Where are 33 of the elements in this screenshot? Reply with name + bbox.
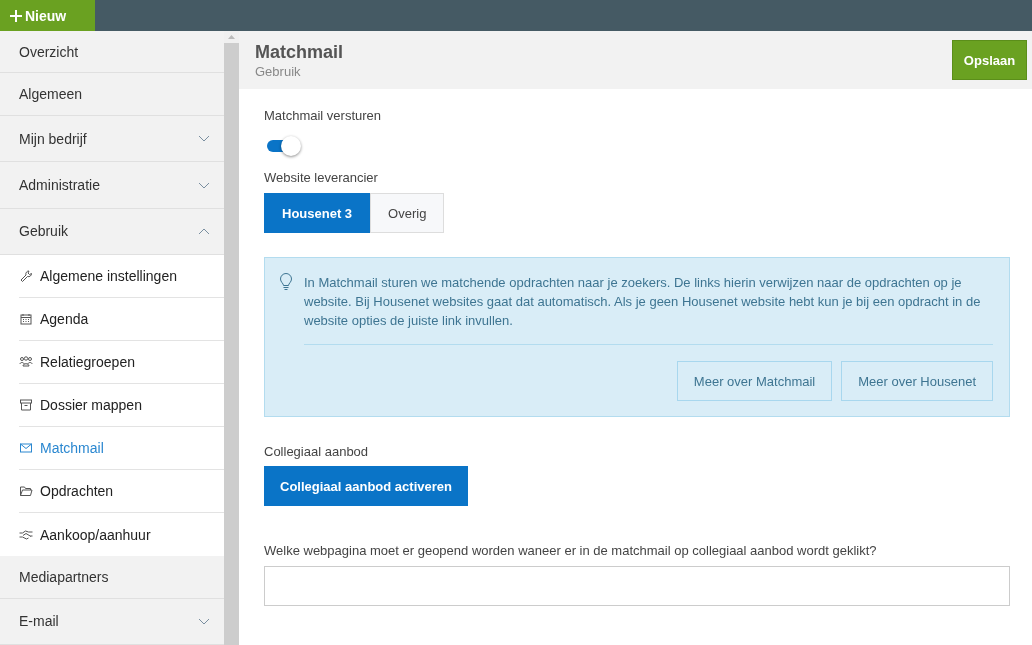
segment-button[interactable]: Overig [370,193,445,233]
page-subtitle: Gebruik [255,63,302,81]
archive-box-icon [19,398,33,413]
sidebar-item-label: Algemeen [19,86,83,103]
handshake-icon [19,527,33,542]
submenu-item[interactable]: Aankoop/aanhuur [19,513,224,557]
url-input-field[interactable] [264,566,1010,606]
plus-icon [10,9,22,22]
sidebar-item-label: Mijn bedrijf [19,130,87,147]
folder-icon [19,484,33,499]
field-label: Website leverancier [264,170,379,186]
more-info-button[interactable]: Meer over Housenet [841,361,993,401]
field-label: Collegiaal aanbod [264,444,370,460]
envelope-icon [19,441,33,456]
sidebar-item-label: Overzicht [19,43,79,60]
sidebar-item-label: E-mail [19,613,59,630]
info-text: In Matchmail sturen we matchende opdrachten naar je zoekers. De links hierin verwijzen naar de opdrachten op je website. Bij Housenet websites gaat dat automatisch. Als je geen Housenet website hebt kun je bij een opdracht in de website opties de juiste link invullen. [304,274,982,330]
activate-button[interactable]: Collegiaal aanbod activeren [264,466,468,506]
field-label: Matchmail versturen [264,108,383,124]
scrollbar[interactable] [224,31,239,645]
scroll-up-icon[interactable] [228,35,235,39]
calendar-icon [19,312,33,327]
segment-button[interactable]: Housenet 3 [264,193,371,233]
wrench-icon [19,269,33,284]
page-title: Matchmail [255,41,344,63]
more-info-button[interactable]: Meer over Matchmail [676,361,833,401]
sidebar-item-label: Mediapartners [19,568,109,585]
field-label: Welke webpagina moet er geopend worden waneer er in de matchmail op collegiaal aanbod wordt geklikt? [264,543,878,559]
sidebar-item-label: Administratie [19,177,100,193]
sidebar-item-label: Gebruik [19,223,69,240]
toggle-switch[interactable] [267,136,303,156]
lightbulb-icon [279,273,293,291]
people-icon [19,355,33,370]
